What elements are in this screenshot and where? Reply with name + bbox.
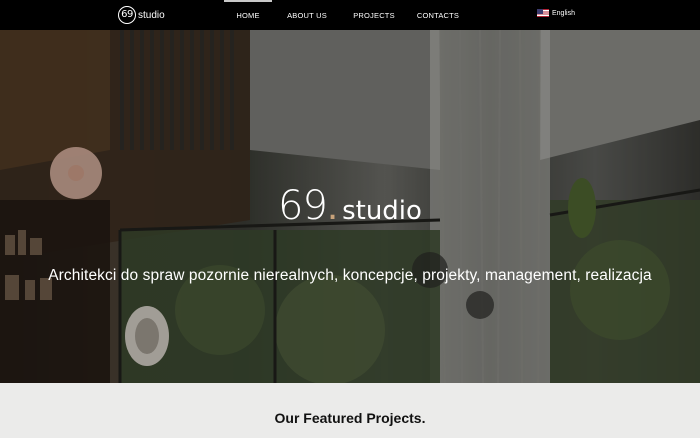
top-navigation-bar: 69 studio HOME ABOUT US PROJECTS CONTACT… [0, 0, 700, 30]
main-nav: HOME ABOUT US PROJECTS CONTACTS [224, 0, 470, 30]
featured-projects-section: Our Featured Projects. [0, 383, 700, 438]
logo-text: studio [138, 9, 165, 21]
us-flag-icon [537, 9, 549, 17]
hero-brand-dot: . [326, 184, 339, 228]
logo-mark: 69 [118, 6, 136, 24]
hero-brand-word: studio [342, 196, 422, 226]
nav-item-about-us[interactable]: ABOUT US [272, 0, 342, 30]
hero-brand: 69. studio [0, 183, 700, 229]
hero-banner: 69. studio Architekci do spraw pozornie n… [0, 30, 700, 383]
language-selector[interactable]: English [537, 9, 575, 17]
nav-item-projects[interactable]: PROJECTS [342, 0, 406, 30]
featured-projects-title: Our Featured Projects. [274, 410, 426, 426]
language-label: English [552, 9, 575, 17]
hero-tagline: Architekci do spraw pozornie nierealnych… [48, 267, 652, 284]
hero-brand-number: 69 [278, 183, 328, 229]
logo[interactable]: 69 studio [118, 5, 165, 25]
nav-item-contacts[interactable]: CONTACTS [406, 0, 470, 30]
nav-item-home[interactable]: HOME [224, 0, 272, 30]
